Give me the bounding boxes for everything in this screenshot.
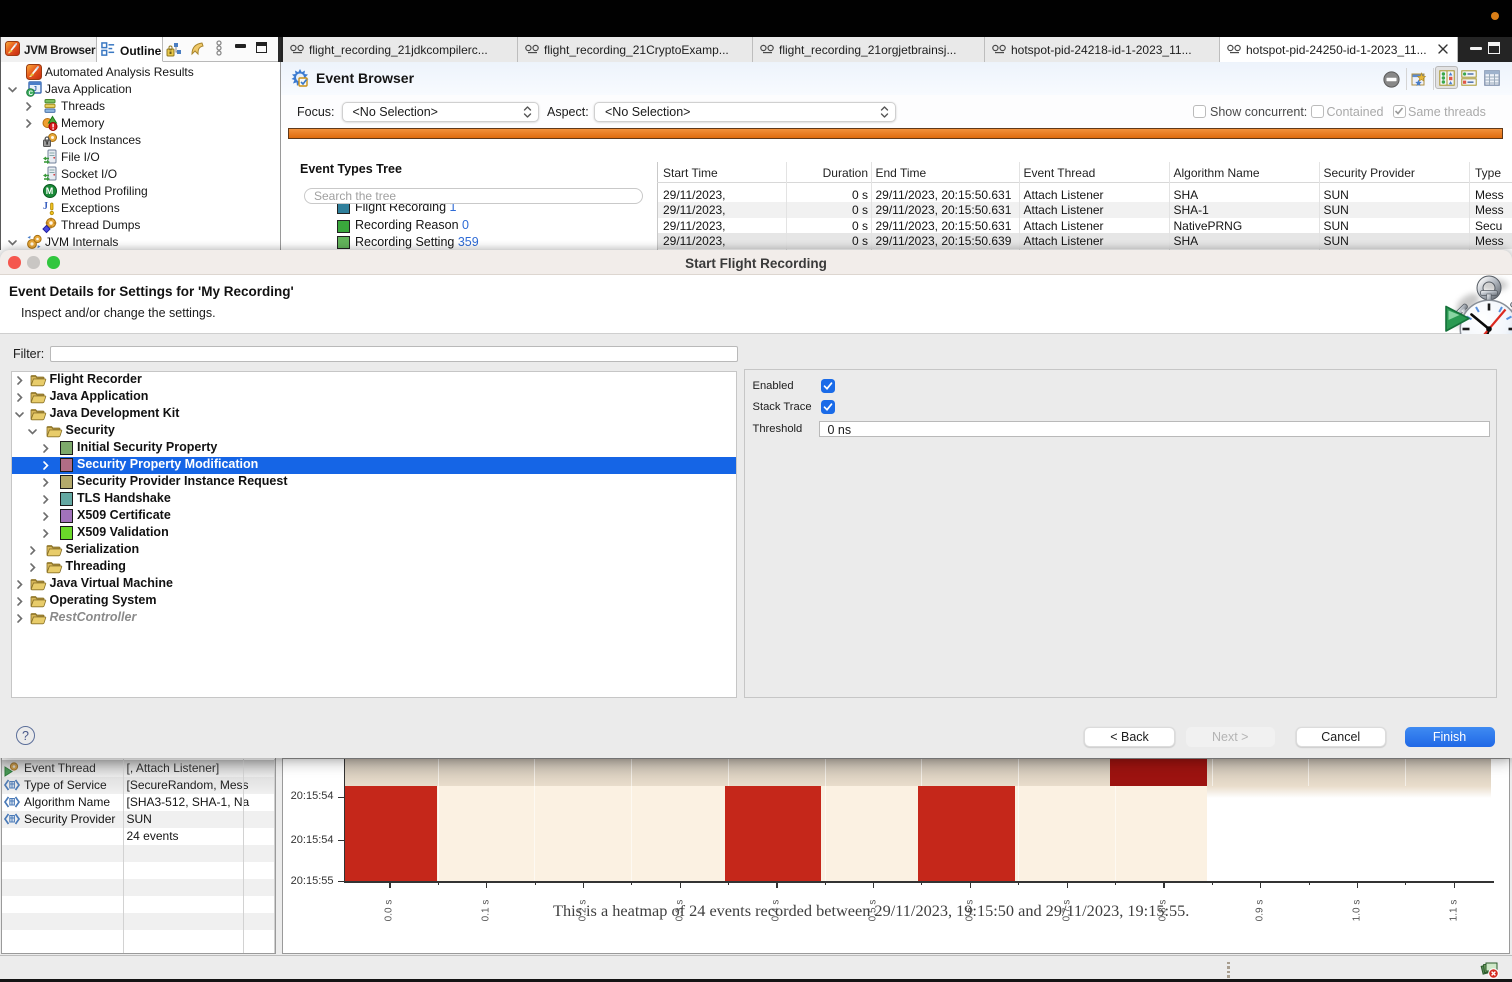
svg-text:C: C — [29, 91, 34, 97]
